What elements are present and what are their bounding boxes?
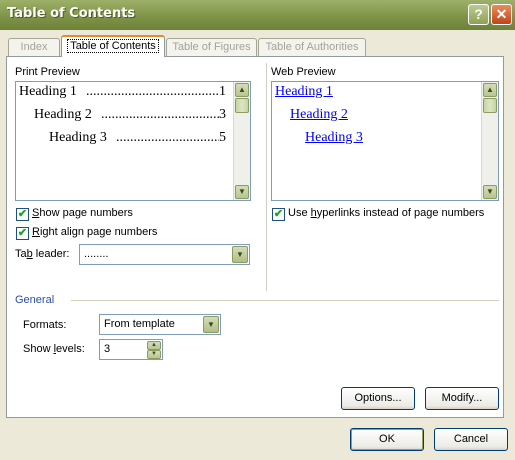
toc-entry-text: Heading 2 [34, 107, 92, 122]
web-preview-box: Heading 1 Heading 2 Heading 3 ▲ ▼ [271, 81, 499, 201]
toc-page-number: 1 [219, 84, 226, 99]
web-heading-1-link[interactable]: Heading 1 [275, 84, 333, 100]
tab-table-of-figures[interactable]: Table of Figures [166, 38, 257, 56]
right-align-label: Right align page numbers [32, 226, 157, 238]
label-text: Use [288, 207, 311, 219]
toc-page-number: 3 [219, 107, 226, 122]
show-levels-value: 3 [104, 343, 111, 355]
formats-dropdown[interactable]: From template ▼ [99, 314, 221, 335]
close-button[interactable]: ✕ [491, 4, 512, 25]
chevron-down-icon[interactable]: ▼ [232, 246, 248, 263]
spin-down-icon[interactable]: ▼ [147, 350, 161, 359]
show-levels-spinner[interactable]: 3 ▲ ▼ [99, 339, 163, 360]
tab-leader-label: Tab leader: [15, 248, 69, 260]
label-text: ight align page numbers [39, 226, 158, 238]
use-hyperlinks-checkbox[interactable]: ✔ [272, 208, 285, 221]
help-button[interactable]: ? [468, 4, 489, 25]
cancel-button[interactable]: Cancel [434, 428, 508, 451]
tab-table-of-contents[interactable]: Table of Contents [61, 35, 165, 57]
tab-panel: Print Preview Heading 1 ................… [6, 56, 504, 418]
label-text: Show [23, 343, 54, 355]
toc-page-number: 5 [219, 130, 226, 145]
web-heading-3-link[interactable]: Heading 3 [305, 130, 363, 146]
modify-button[interactable]: Modify... [425, 387, 499, 410]
label-text: evels: [56, 343, 85, 355]
print-preview-label: Print Preview [15, 66, 80, 78]
tab-leader-value: ........ [84, 248, 109, 260]
show-levels-label: Show levels: [23, 343, 85, 355]
scroll-up-icon[interactable]: ▲ [483, 83, 497, 97]
use-hyperlinks-label: Use hyperlinks instead of page numbers [288, 207, 484, 219]
show-page-numbers-checkbox[interactable]: ✔ [16, 208, 29, 221]
access-key: R [32, 226, 40, 238]
label-text: leader: [32, 248, 70, 260]
web-preview-scrollbar[interactable]: ▲ ▼ [481, 82, 498, 200]
label-text: yperlinks instead of page numbers [316, 207, 485, 219]
formats-label: Formats: [23, 319, 67, 331]
scroll-up-icon[interactable]: ▲ [235, 83, 249, 97]
scroll-down-icon[interactable]: ▼ [235, 185, 249, 199]
group-separator [71, 300, 499, 301]
label-text: Ta [15, 248, 27, 260]
toc-entry-text: Heading 3 [49, 130, 107, 145]
show-page-numbers-label: Show page numbers [32, 207, 133, 219]
label-text: how page numbers [39, 207, 133, 219]
tab-leader-dots: ....................................... [101, 107, 219, 122]
print-preview-box: Heading 1 ..............................… [15, 81, 251, 201]
web-heading-2-link[interactable]: Heading 2 [290, 107, 348, 123]
toc-entry-1: Heading 1 ..............................… [19, 84, 226, 102]
tab-leader-dropdown[interactable]: ........ ▼ [79, 244, 250, 265]
title-bar: Table of Contents ? ✕ [0, 0, 515, 30]
toc-entry-3: Heading 3 ..............................… [49, 130, 226, 148]
ok-button[interactable]: OK [350, 428, 424, 451]
print-preview-scrollbar[interactable]: ▲ ▼ [233, 82, 250, 200]
chevron-down-icon[interactable]: ▼ [203, 316, 219, 333]
web-preview-label: Web Preview [271, 66, 336, 78]
tab-index[interactable]: Index [8, 38, 60, 56]
scroll-thumb[interactable] [235, 98, 249, 113]
window-title: Table of Contents [7, 6, 136, 21]
options-button[interactable]: Options... [341, 387, 415, 410]
right-align-checkbox[interactable]: ✔ [16, 227, 29, 240]
tab-leader-dots: ....................................... [116, 130, 219, 145]
scroll-down-icon[interactable]: ▼ [483, 185, 497, 199]
tab-leader-dots: ....................................... [86, 84, 219, 99]
scroll-thumb[interactable] [483, 98, 497, 113]
toc-entry-text: Heading 1 [19, 84, 77, 99]
toc-entry-2: Heading 2 ..............................… [34, 107, 226, 125]
tab-table-of-authorities[interactable]: Table of Authorities [258, 38, 366, 56]
column-divider [266, 63, 267, 291]
general-group-label: General [15, 294, 55, 306]
spin-up-icon[interactable]: ▲ [147, 341, 161, 350]
formats-value: From template [104, 318, 175, 330]
tab-table-of-contents-label: Table of Contents [67, 39, 159, 53]
